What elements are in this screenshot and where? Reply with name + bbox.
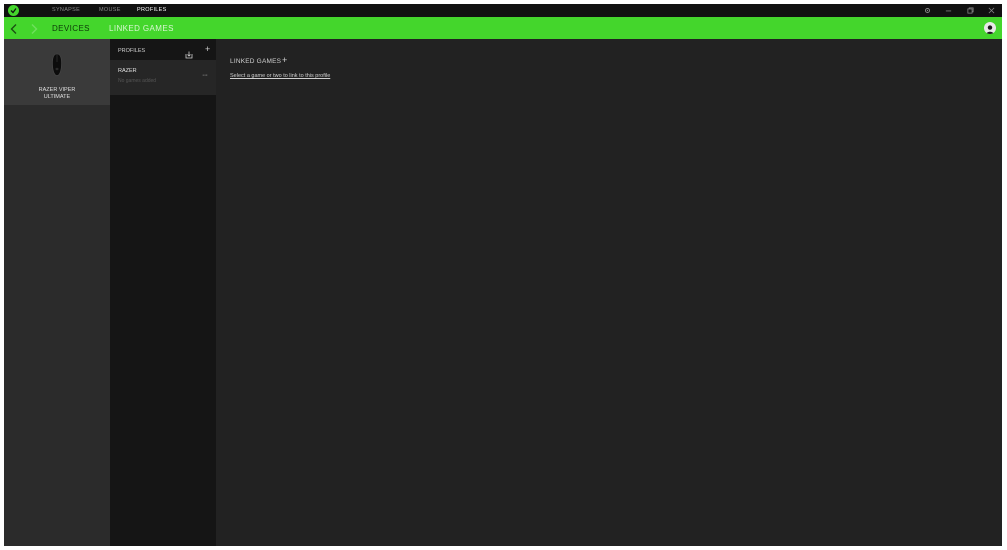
profile-name: RAZER [118, 68, 137, 74]
tab-synapse[interactable]: SYNAPSE [52, 7, 80, 13]
tab-linked-games[interactable]: LINKED GAMES [109, 24, 174, 33]
tab-profiles[interactable]: PROFILES [137, 7, 167, 13]
device-name: RAZER VIPER ULTIMATE [4, 87, 110, 100]
user-account-button[interactable] [984, 22, 996, 34]
tab-devices[interactable]: DEVICES [52, 24, 90, 33]
add-profile-button[interactable]: + [205, 44, 210, 54]
mouse-icon [52, 53, 62, 76]
synapse-window: SYNAPSE MOUSE PROFILES DEVICES LINKED GA… [4, 4, 1002, 546]
device-panel: RAZER VIPER ULTIMATE [4, 39, 110, 546]
profiles-title: PROFILES [118, 48, 146, 54]
chevron-right-icon [31, 24, 38, 34]
profiles-panel: PROFILES + RAZER No games added ··· [110, 39, 216, 546]
settings-button[interactable] [922, 6, 932, 15]
restore-button[interactable] [965, 6, 975, 15]
tab-mouse[interactable]: MOUSE [99, 7, 121, 13]
profile-item[interactable]: RAZER No games added ··· [110, 60, 216, 95]
user-avatar-icon [986, 25, 994, 34]
device-name-line2: ULTIMATE [43, 93, 71, 100]
forward-button[interactable] [29, 22, 39, 34]
close-button[interactable] [986, 6, 996, 15]
link-game-hint[interactable]: Select a game or two to link to this pro… [230, 73, 330, 79]
razer-logo-icon[interactable] [8, 5, 19, 16]
title-bar: SYNAPSE MOUSE PROFILES [4, 4, 1002, 17]
device-card[interactable]: RAZER VIPER ULTIMATE [4, 39, 110, 105]
restore-icon [966, 7, 974, 14]
profile-more-button[interactable]: ··· [202, 72, 208, 79]
import-icon [185, 51, 193, 59]
minimize-icon [945, 10, 951, 12]
linked-games-content: LINKED GAMES + Select a game or two to l… [216, 39, 1002, 546]
add-game-button[interactable]: + [282, 55, 287, 65]
minimize-button[interactable] [943, 6, 953, 15]
profiles-header: PROFILES + [110, 39, 216, 60]
back-button[interactable] [9, 22, 19, 34]
navigation-bar: DEVICES LINKED GAMES [4, 17, 1002, 39]
profile-subtitle: No games added [118, 78, 157, 84]
close-icon [988, 7, 994, 14]
linked-games-title: LINKED GAMES [230, 58, 282, 65]
gear-icon [924, 8, 930, 13]
chevron-left-icon [10, 24, 17, 34]
